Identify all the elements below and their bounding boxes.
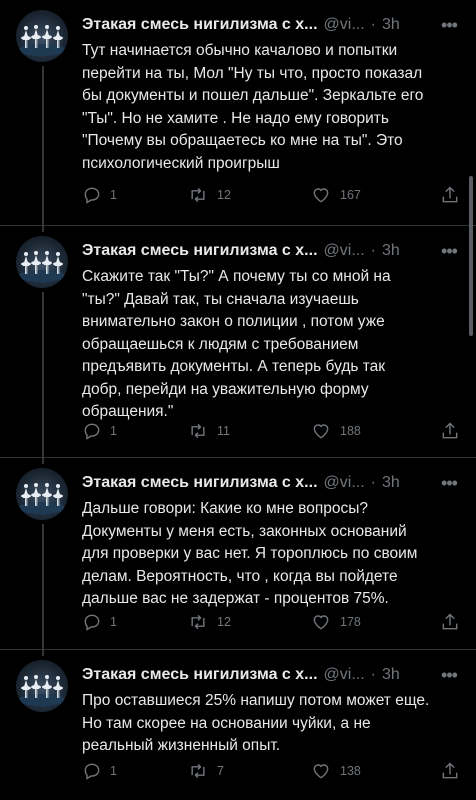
author-name[interactable]: Этакая смесь нигилизма с х... — [82, 242, 318, 260]
separator-dot: · — [370, 666, 376, 683]
more-dots-icon[interactable]: ••• — [438, 472, 460, 494]
tweet-time[interactable]: 3h — [382, 242, 400, 260]
more-dots-icon[interactable]: ••• — [438, 664, 460, 686]
thread-line — [42, 226, 44, 232]
retweet-count: 11 — [217, 424, 230, 438]
tweet-text: Про оставшиеся 25% напишу потом может ещ… — [82, 692, 430, 754]
heart-icon — [313, 188, 329, 203]
reply-icon — [84, 423, 100, 440]
heart-icon — [313, 615, 329, 630]
separator-dot: · — [370, 16, 376, 33]
like-count: 188 — [340, 424, 361, 438]
reply-icon — [84, 614, 100, 631]
tweet-actions: 1 11 188 — [82, 419, 460, 443]
retweet-icon — [191, 187, 205, 203]
tweet-header: Этакая смесь нигилизма с х... @vi... · 3… — [82, 472, 460, 494]
thread-line — [42, 66, 44, 226]
tweet-text: Тут начинается обычно качалово и попытки… — [82, 42, 424, 172]
share-button[interactable] — [440, 185, 460, 205]
author-handle[interactable]: @vi... — [324, 242, 365, 260]
share-icon — [442, 186, 458, 203]
tweet-actions: 1 7 138 — [82, 759, 460, 783]
tweet-time[interactable]: 3h — [382, 16, 400, 34]
tweet-text: Дальше говори: Какие ко мне вопросы? Док… — [82, 500, 418, 607]
ballet-image — [18, 483, 66, 514]
like-count: 178 — [340, 615, 361, 629]
reply-button[interactable]: 1 — [82, 612, 117, 632]
tweet-header: Этакая смесь нигилизма с х... @vi... · 3… — [82, 14, 460, 36]
tweet-actions: 1 12 167 — [82, 183, 460, 207]
tweet-time[interactable]: 3h — [382, 474, 400, 492]
like-count: 167 — [340, 188, 361, 202]
tweet-header: Этакая смесь нигилизма с х... @vi... · 3… — [82, 240, 460, 262]
author-name[interactable]: Этакая смесь нигилизма с х... — [82, 16, 318, 34]
ballet-image — [18, 251, 66, 282]
retweet-icon — [191, 614, 205, 630]
tweet-thread: Этакая смесь нигилизма с х... @vi... · 3… — [0, 0, 476, 800]
tweet[interactable]: Этакая смесь нигилизма с х... @vi... · 3… — [0, 650, 476, 800]
share-icon — [442, 422, 458, 439]
share-button[interactable] — [440, 612, 460, 632]
author-name[interactable]: Этакая смесь нигилизма с х... — [82, 474, 318, 492]
retweet-count: 12 — [217, 615, 231, 629]
tweet[interactable]: Этакая смесь нигилизма с х... @vi... · 3… — [0, 226, 476, 458]
separator-dot: · — [370, 242, 376, 259]
author-name[interactable]: Этакая смесь нигилизма с х... — [82, 666, 318, 684]
retweet-button[interactable]: 12 — [187, 612, 231, 632]
reply-count: 1 — [110, 615, 117, 629]
avatar[interactable] — [16, 468, 68, 520]
ballet-image — [18, 25, 66, 56]
author-handle[interactable]: @vi... — [324, 16, 365, 34]
avatar[interactable] — [16, 236, 68, 288]
tweet-time[interactable]: 3h — [382, 666, 400, 684]
retweet-count: 7 — [217, 764, 224, 778]
author-handle[interactable]: @vi... — [324, 666, 365, 684]
avatar[interactable] — [16, 10, 68, 62]
retweet-button[interactable]: 11 — [187, 421, 230, 441]
retweet-icon — [191, 423, 205, 439]
thread-line — [42, 650, 44, 656]
reply-icon — [84, 763, 100, 780]
more-dots-icon[interactable]: ••• — [438, 14, 460, 36]
tweet-actions: 1 12 178 — [82, 610, 460, 634]
retweet-button[interactable]: 7 — [187, 761, 224, 781]
retweet-icon — [191, 763, 205, 779]
reply-icon — [84, 187, 100, 204]
author-handle[interactable]: @vi... — [324, 474, 365, 492]
thread-line — [42, 458, 44, 464]
retweet-button[interactable]: 12 — [187, 185, 231, 205]
more-dots-icon[interactable]: ••• — [438, 240, 460, 262]
tweet[interactable]: Этакая смесь нигилизма с х... @vi... · 3… — [0, 0, 476, 226]
heart-icon — [313, 424, 329, 439]
share-button[interactable] — [440, 421, 460, 441]
reply-count: 1 — [110, 188, 117, 202]
scrollbar[interactable] — [469, 176, 473, 336]
like-button[interactable]: 178 — [310, 612, 361, 632]
tweet-header: Этакая смесь нигилизма с х... @vi... · 3… — [82, 664, 460, 686]
separator-dot: · — [370, 474, 376, 491]
ballet-image — [18, 675, 66, 706]
share-icon — [442, 762, 458, 779]
retweet-count: 12 — [217, 188, 231, 202]
reply-button[interactable]: 1 — [82, 421, 117, 441]
thread-line — [42, 292, 44, 458]
share-button[interactable] — [440, 761, 460, 781]
reply-count: 1 — [110, 764, 117, 778]
reply-button[interactable]: 1 — [82, 761, 117, 781]
like-button[interactable]: 138 — [310, 761, 361, 781]
tweet-text: Скажите так "Ты?" А почему ты со мной на… — [82, 268, 391, 420]
thread-line — [42, 524, 44, 650]
avatar[interactable] — [16, 660, 68, 712]
like-count: 138 — [340, 764, 361, 778]
heart-icon — [313, 764, 329, 779]
share-icon — [442, 613, 458, 630]
like-button[interactable]: 188 — [310, 421, 361, 441]
reply-button[interactable]: 1 — [82, 185, 117, 205]
tweet[interactable]: Этакая смесь нигилизма с х... @vi... · 3… — [0, 458, 476, 650]
reply-count: 1 — [110, 424, 117, 438]
like-button[interactable]: 167 — [310, 185, 361, 205]
